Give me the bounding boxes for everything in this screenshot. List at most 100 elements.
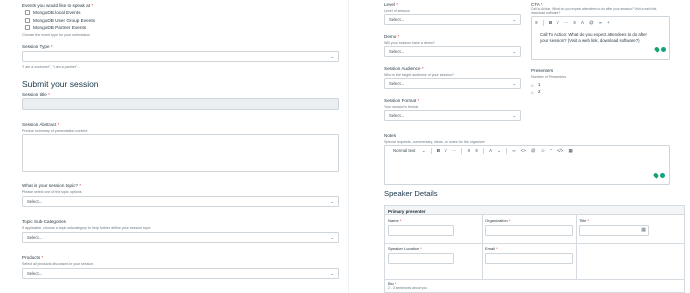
cta-help: Call to Action: What do you expect atten…: [531, 7, 658, 15]
radio[interactable]: ○: [531, 82, 535, 88]
audience-select[interactable]: Select... ⌄: [384, 78, 521, 89]
checkbox[interactable]: [25, 17, 30, 23]
event-option-partner[interactable]: MongoDB Partner Events: [25, 25, 86, 31]
divider: [576, 215, 577, 279]
notes-help: Special requests, commentary, ideas, or …: [384, 139, 485, 144]
topic-select[interactable]: Select... ⌄: [22, 196, 339, 207]
chevron-down-icon: ⌄: [330, 271, 334, 277]
products-select[interactable]: Select... ⌄: [22, 268, 339, 279]
session-type-label: Session Type *: [22, 44, 53, 49]
presenter-table-header: Primary presenter: [385, 206, 684, 215]
session-abstract-textarea[interactable]: [22, 134, 339, 172]
checkbox[interactable]: [25, 10, 30, 16]
session-type-help: "I am a customer", "I am a partner"...: [22, 65, 81, 69]
right-form-panel: Level * Level of session Select... ⌄ Demo…: [348, 0, 690, 293]
chevron-down-icon: ⌄: [512, 49, 516, 55]
grammarly-icon[interactable]: [652, 172, 665, 179]
italic-icon[interactable]: I: [445, 148, 446, 153]
session-type-select[interactable]: ⌄: [22, 51, 339, 62]
events-help: Choose the event type for your submissio…: [22, 32, 91, 37]
event-option-user-group[interactable]: MongoDB User Group Events: [25, 18, 95, 23]
text-style-icon[interactable]: ≡: [535, 20, 538, 25]
bio-help: 2 - 3 sentences about you: [388, 286, 428, 290]
cta-text: Call To Action: What do you expect atten…: [540, 32, 647, 44]
level-label: Level *: [384, 2, 399, 7]
emoji-icon[interactable]: ☺: [541, 148, 545, 153]
chevron-down-icon: ⌄: [330, 199, 334, 205]
more-formatting-icon[interactable]: ⋯: [452, 148, 456, 153]
bold-icon[interactable]: B: [549, 20, 552, 25]
email-label: Email *: [485, 246, 498, 251]
divider: [385, 279, 684, 280]
email-input[interactable]: [485, 253, 573, 264]
divider: [482, 215, 483, 279]
session-title-label: Session title *: [22, 92, 50, 97]
presenters-label: Presenters: [531, 68, 554, 73]
notes-editor[interactable]: Normal text ⌄ B I ⋯ ≡ ≡ A ⌄ ∞ <> @ ☺ “ <…: [384, 145, 670, 185]
mention-icon[interactable]: @: [531, 148, 535, 153]
presenter-table: Primary presenter Name * Organization * …: [384, 205, 685, 293]
topic-help: Please select one of the topic options: [22, 189, 82, 194]
session-abstract-label: Session Abstract *: [22, 122, 60, 127]
presenters-help: Number of Presenters: [531, 74, 567, 79]
demo-help: Will your session have a demo?: [384, 40, 435, 45]
notes-editor-toolbar: Normal text ⌄ B I ⋯ ≡ ≡ A ⌄ ∞ <> @ ☺ “ <…: [393, 146, 578, 156]
format-label: Session Format *: [384, 98, 420, 103]
cta-editor-toolbar: ≡ B I ⋯ ≡ A @ ∞ +: [535, 18, 615, 28]
table-icon[interactable]: ▦: [569, 148, 573, 153]
name-input[interactable]: [388, 225, 454, 236]
quote-icon[interactable]: “: [550, 148, 551, 153]
format-select[interactable]: Select... ⌄: [384, 110, 521, 121]
code-icon[interactable]: <>: [521, 148, 526, 153]
bold-icon[interactable]: B: [437, 148, 440, 153]
link-icon[interactable]: ∞: [599, 20, 602, 25]
italic-icon[interactable]: I: [557, 20, 558, 25]
session-abstract-help: Precise summary of presentation content: [22, 128, 88, 133]
subcategories-help: If applicable, choose a topic subcategor…: [22, 225, 151, 230]
demo-label: Demo *: [384, 34, 400, 39]
chevron-down-icon: ⌄: [512, 81, 516, 87]
event-option-local[interactable]: MongoDB.local Events: [25, 10, 80, 16]
more-icon[interactable]: +: [607, 20, 610, 25]
radio[interactable]: ○: [531, 89, 535, 95]
products-label: Products *: [22, 255, 44, 260]
title-input[interactable]: ▦: [579, 225, 649, 236]
speaker-details-heading: Speaker Details: [384, 189, 438, 198]
events-label: Events you would like to speak at *: [22, 3, 94, 8]
title-label: Title *: [579, 218, 590, 223]
cta-editor[interactable]: ≡ B I ⋯ ≡ A @ ∞ + Call To Action: What d…: [531, 16, 670, 60]
name-label: Name *: [388, 218, 402, 223]
link-icon[interactable]: ∞: [512, 148, 515, 153]
bullet-list-icon[interactable]: ≡: [467, 148, 470, 153]
speaker-location-input[interactable]: [388, 253, 454, 264]
code-block-icon[interactable]: </>: [557, 148, 563, 153]
format-help: Your session's format: [384, 104, 419, 109]
text-color-icon[interactable]: A: [581, 20, 584, 25]
chevron-down-icon: ⌄: [330, 54, 334, 60]
chevron-down-icon: ⌄: [512, 17, 516, 23]
topic-label: What is your session topic? *: [22, 183, 81, 188]
organization-label: Organization *: [485, 218, 511, 223]
mention-icon[interactable]: @: [589, 20, 593, 25]
checkbox[interactable]: [25, 25, 30, 31]
list-icon[interactable]: ≡: [573, 20, 576, 25]
presenter-option-1[interactable]: ○ 1: [531, 82, 540, 88]
subcategories-label: Topic Sub-Categories: [22, 219, 66, 224]
session-title-input[interactable]: [22, 98, 339, 110]
text-color-icon[interactable]: A: [489, 148, 492, 153]
level-select[interactable]: Select... ⌄: [384, 14, 521, 25]
numbered-list-icon[interactable]: ≡: [475, 148, 478, 153]
text-style-select[interactable]: Normal text ⌄: [393, 148, 426, 153]
organization-input[interactable]: [485, 225, 573, 236]
grammarly-icon[interactable]: [653, 46, 666, 53]
level-help: Level of session: [384, 8, 410, 13]
demo-select[interactable]: Select... ⌄: [384, 46, 521, 57]
more-icon[interactable]: ⌄: [497, 148, 501, 153]
more-formatting-icon[interactable]: ⋯: [564, 20, 568, 25]
calendar-icon[interactable]: ▦: [641, 227, 646, 234]
audience-help: Who is the target audience of your sessi…: [384, 72, 454, 77]
subcategories-select[interactable]: Select... ⌄: [22, 232, 339, 243]
chevron-down-icon: ⌄: [330, 235, 334, 241]
presenter-option-2[interactable]: ○ 2: [531, 89, 540, 95]
speaker-location-label: Speaker Location *: [388, 246, 422, 251]
